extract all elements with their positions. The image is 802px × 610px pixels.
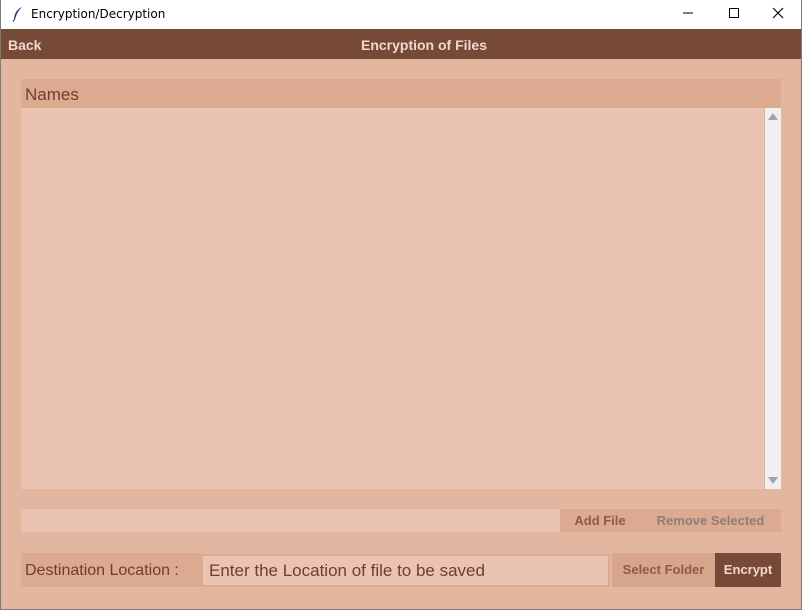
scroll-down-arrow-icon[interactable] [768,477,778,484]
names-column-header[interactable]: Names [21,79,781,108]
app-window: Encryption/Decryption Back Encryption of… [0,0,802,610]
destination-label-text: Destination Location : [25,562,179,579]
minimize-button[interactable] [665,0,711,29]
action-bar-spacer [21,509,560,532]
close-button[interactable] [755,0,801,29]
header-bar: Back Encryption of Files [1,29,801,59]
page-title: Encryption of Files [360,37,487,53]
add-file-button[interactable]: Add File [560,509,640,532]
remove-selected-button[interactable]: Remove Selected [640,509,781,532]
title-bar: Encryption/Decryption [1,0,801,29]
select-folder-button[interactable]: Select Folder [612,553,715,587]
names-column-label: Names [25,85,79,104]
destination-input[interactable] [201,554,610,587]
file-list-scrollbar[interactable] [765,108,781,489]
encrypt-button[interactable]: Encrypt [715,553,781,587]
maximize-button[interactable] [711,0,757,29]
destination-label: Destination Location : [21,553,201,587]
minimize-icon [682,6,694,24]
file-list[interactable] [21,108,764,489]
close-icon [772,6,784,24]
feather-icon [11,6,25,22]
scroll-up-arrow-icon[interactable] [768,113,778,120]
maximize-icon [728,6,740,24]
window-title: Encryption/Decryption [31,7,166,21]
